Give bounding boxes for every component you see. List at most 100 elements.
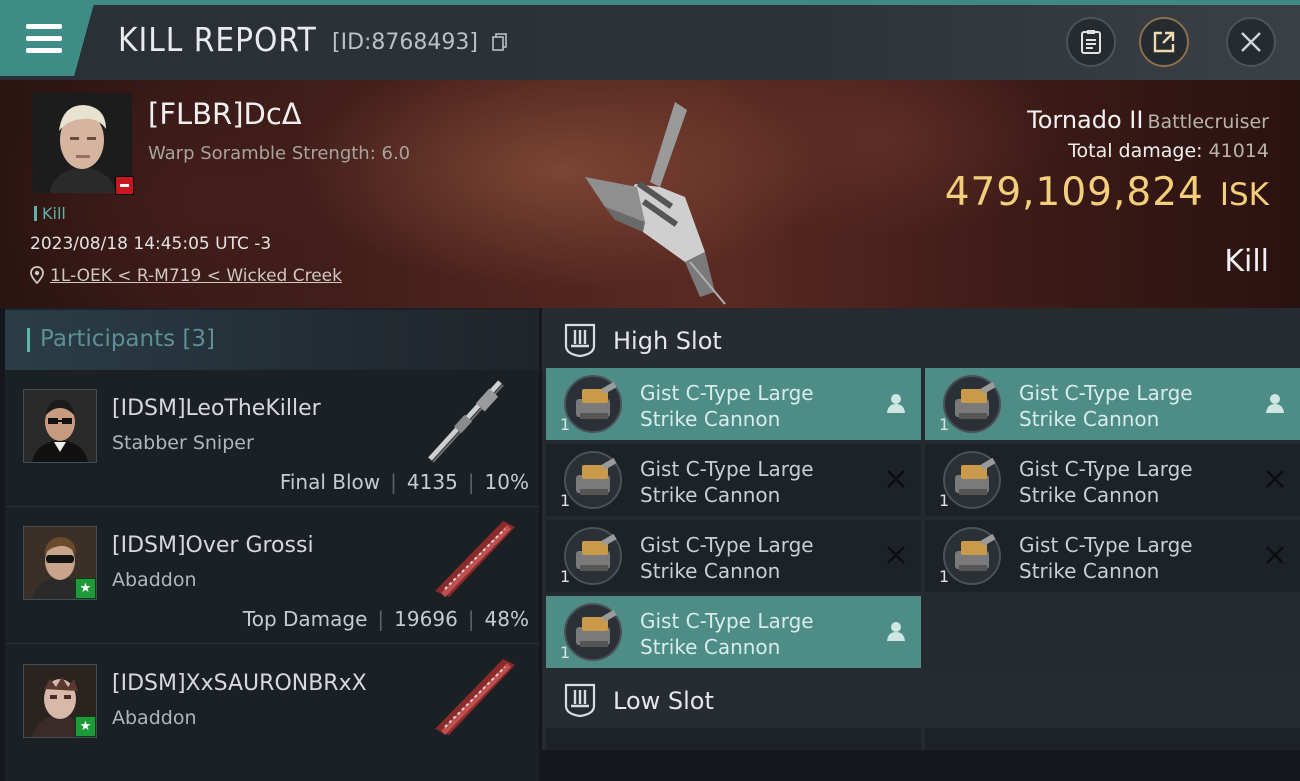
module-name-line: Strike Cannon	[1019, 559, 1160, 583]
total-damage-label: Total damage:	[1068, 140, 1203, 162]
location-link[interactable]: 1L-OEK < R-M719 < Wicked Creek	[50, 266, 342, 286]
module-name-line: Gist C-Type Large	[640, 609, 814, 633]
participant-ship: Stabber Sniper	[112, 432, 254, 454]
cannon-module-icon	[943, 527, 1001, 585]
participants-count: [3]	[182, 326, 216, 352]
destroyed-x-icon	[887, 546, 905, 564]
participant-role: Final Blow	[279, 470, 381, 494]
participant-row[interactable]: [IDSM]LeoTheKiller Stabber Sniper Final …	[5, 370, 539, 507]
high-slot-module[interactable]: 1 Gist C-Type Large Strike Cannon	[546, 520, 921, 592]
kill-location[interactable]: 1L-OEK < R-M719 < Wicked Creek	[30, 266, 342, 286]
cannon-module-icon	[564, 451, 622, 509]
module-name: Gist C-Type Large Strike Cannon	[640, 608, 814, 660]
star-icon: ★	[75, 578, 96, 599]
high-slot-module[interactable]: 1 Gist C-Type Large Strike Cannon	[546, 368, 921, 440]
top-bar: KILL REPORT [ID:8768493]	[0, 0, 1300, 81]
module-quantity: 1	[560, 643, 571, 662]
participant-name: [IDSM]Over Grossi	[112, 533, 314, 558]
participant-name: [IDSM]LeoTheKiller	[112, 396, 321, 421]
low-slot-module[interactable]	[546, 728, 921, 750]
module-name: Gist C-Type Large Strike Cannon	[1019, 380, 1193, 432]
isk-unit: ISK	[1219, 177, 1269, 213]
ship-image	[585, 102, 726, 305]
module-name-line: Gist C-Type Large	[1019, 381, 1193, 405]
share-button[interactable]	[1139, 17, 1189, 67]
module-quantity: 1	[939, 491, 950, 510]
low-slot-icon	[564, 683, 596, 718]
module-name-line: Gist C-Type Large	[640, 457, 814, 481]
cannon-module-icon	[564, 375, 622, 433]
module-name-line: Gist C-Type Large	[640, 381, 814, 405]
menu-button[interactable]	[0, 0, 95, 76]
module-name-line: Strike Cannon	[640, 483, 781, 507]
high-slot-module[interactable]: 1 Gist C-Type Large Strike Cannon	[925, 444, 1300, 516]
module-name-line: Strike Cannon	[640, 407, 781, 431]
location-pin-icon	[30, 266, 44, 285]
cannon-module-icon	[564, 527, 622, 585]
page-title: KILL REPORT	[118, 20, 317, 59]
fitting-panel: High Slot 1 Gist C-Type Large Strike Canno…	[542, 308, 1300, 750]
total-damage: Total damage: 41014	[1068, 140, 1269, 162]
high-slot-module[interactable]: 1 Gist C-Type Large Strike Cannon	[546, 444, 921, 516]
victim-banner: [FLBR]DcΔ Warp Soramble Strength: 6.0 Ki…	[0, 80, 1300, 308]
ship-class: Battlecruiser	[1147, 111, 1269, 133]
ship-image	[435, 659, 515, 735]
participant-role: Top Damage	[242, 607, 368, 631]
module-name-line: Strike Cannon	[640, 635, 781, 659]
module-quantity: 1	[939, 567, 950, 586]
destroyed-x-icon	[1266, 546, 1284, 564]
copy-icon[interactable]	[492, 33, 508, 51]
low-slot-module[interactable]	[925, 728, 1300, 750]
participant-damage: 4135	[406, 470, 458, 494]
person-icon	[887, 394, 905, 413]
close-button[interactable]	[1226, 17, 1276, 67]
close-icon	[1241, 32, 1261, 52]
module-name: Gist C-Type Large Strike Cannon	[1019, 532, 1193, 584]
low-slot-label: Low Slot	[613, 687, 714, 715]
participants-heading: Participants	[40, 326, 176, 352]
participant-percent: 48%	[484, 607, 529, 631]
module-name-line: Strike Cannon	[1019, 483, 1160, 507]
participant-stats: Top Damage | 19696 | 48%	[242, 607, 529, 631]
participants-panel: Participants [3] [IDSM]LeoTheKiller Stab…	[5, 308, 539, 781]
victim-ship[interactable]: Tornado II Battlecruiser	[1027, 106, 1269, 134]
participant-row[interactable]: ★ [IDSM]XxSAURONBRxX Abaddon	[5, 645, 539, 781]
participant-ship: Abaddon	[112, 707, 197, 729]
module-name-line: Strike Cannon	[640, 559, 781, 583]
ship-image	[435, 521, 515, 597]
kill-tag: Kill	[34, 204, 66, 223]
isk-value: 479,109,824	[944, 170, 1204, 215]
cannon-module-icon	[564, 603, 622, 661]
total-damage-value: 41014	[1208, 140, 1269, 162]
participant-row[interactable]: ★ [IDSM]Over Grossi Abaddon Top Damage | 1…	[5, 507, 539, 644]
participants-tab[interactable]: Participants [3]	[5, 310, 539, 370]
isk-value-row: 479,109,824 ISK	[945, 170, 1269, 215]
weapon-image	[428, 380, 504, 463]
module-name: Gist C-Type Large Strike Cannon	[640, 380, 814, 432]
module-quantity: 1	[560, 415, 571, 434]
clipboard-icon	[1081, 30, 1101, 54]
high-slot-module[interactable]: 1 Gist C-Type Large Strike Cannon	[925, 368, 1300, 440]
module-name-line: Gist C-Type Large	[1019, 533, 1193, 557]
result-label: Kill	[1224, 244, 1269, 279]
person-icon	[887, 622, 905, 641]
module-quantity: 1	[939, 415, 950, 434]
module-name: Gist C-Type Large Strike Cannon	[640, 532, 814, 584]
victim-name[interactable]: [FLBR]DcΔ	[148, 97, 302, 131]
clipboard-button[interactable]	[1066, 17, 1116, 67]
high-slot-module[interactable]: 1 Gist C-Type Large Strike Cannon	[546, 596, 921, 668]
cannon-module-icon	[943, 451, 1001, 509]
cannon-module-icon	[943, 375, 1001, 433]
participant-damage: 19696	[394, 607, 458, 631]
kill-datetime: 2023/08/18 14:45:05 UTC -3	[30, 234, 272, 254]
module-name-line: Gist C-Type Large	[1019, 457, 1193, 481]
module-quantity: 1	[560, 567, 571, 586]
high-slot-module[interactable]: 1 Gist C-Type Large Strike Cannon	[925, 520, 1300, 592]
participant-avatar[interactable]	[23, 389, 97, 463]
destroyed-x-icon	[1266, 470, 1284, 488]
module-name: Gist C-Type Large Strike Cannon	[640, 456, 814, 508]
ship-name: Tornado II	[1027, 106, 1144, 134]
participant-percent: 10%	[484, 470, 529, 494]
menu-icon	[26, 24, 62, 54]
destroyed-x-icon	[887, 470, 905, 488]
